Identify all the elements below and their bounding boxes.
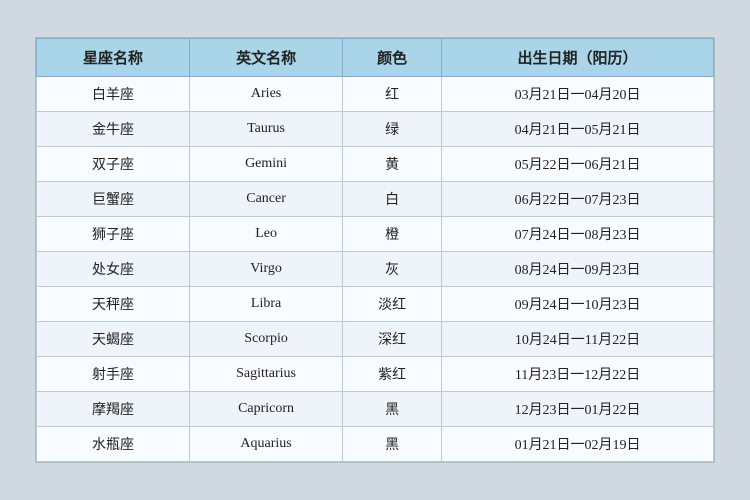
cell-dates: 09月24日一10月23日	[442, 287, 714, 322]
cell-chinese-name: 白羊座	[37, 77, 190, 112]
cell-color: 白	[343, 182, 442, 217]
cell-color: 黑	[343, 427, 442, 462]
col-header-english: 英文名称	[190, 39, 343, 77]
col-header-dates: 出生日期（阳历）	[442, 39, 714, 77]
cell-dates: 04月21日一05月21日	[442, 112, 714, 147]
table-row: 天秤座Libra淡红09月24日一10月23日	[37, 287, 714, 322]
cell-chinese-name: 摩羯座	[37, 392, 190, 427]
table-header-row: 星座名称 英文名称 颜色 出生日期（阳历）	[37, 39, 714, 77]
cell-english-name: Libra	[190, 287, 343, 322]
zodiac-table: 星座名称 英文名称 颜色 出生日期（阳历） 白羊座Aries红03月21日一04…	[36, 38, 714, 462]
cell-dates: 01月21日一02月19日	[442, 427, 714, 462]
table-row: 水瓶座Aquarius黑01月21日一02月19日	[37, 427, 714, 462]
table-row: 处女座Virgo灰08月24日一09月23日	[37, 252, 714, 287]
table-body: 白羊座Aries红03月21日一04月20日金牛座Taurus绿04月21日一0…	[37, 77, 714, 462]
cell-color: 深红	[343, 322, 442, 357]
cell-dates: 12月23日一01月22日	[442, 392, 714, 427]
table-row: 天蝎座Scorpio深红10月24日一11月22日	[37, 322, 714, 357]
cell-english-name: Sagittarius	[190, 357, 343, 392]
cell-dates: 07月24日一08月23日	[442, 217, 714, 252]
cell-dates: 08月24日一09月23日	[442, 252, 714, 287]
col-header-chinese: 星座名称	[37, 39, 190, 77]
cell-chinese-name: 狮子座	[37, 217, 190, 252]
cell-english-name: Cancer	[190, 182, 343, 217]
table-row: 白羊座Aries红03月21日一04月20日	[37, 77, 714, 112]
cell-english-name: Gemini	[190, 147, 343, 182]
cell-chinese-name: 巨蟹座	[37, 182, 190, 217]
cell-dates: 03月21日一04月20日	[442, 77, 714, 112]
table-row: 狮子座Leo橙07月24日一08月23日	[37, 217, 714, 252]
cell-dates: 06月22日一07月23日	[442, 182, 714, 217]
cell-color: 淡红	[343, 287, 442, 322]
zodiac-table-container: 星座名称 英文名称 颜色 出生日期（阳历） 白羊座Aries红03月21日一04…	[35, 37, 715, 463]
cell-chinese-name: 金牛座	[37, 112, 190, 147]
cell-english-name: Leo	[190, 217, 343, 252]
table-row: 双子座Gemini黄05月22日一06月21日	[37, 147, 714, 182]
table-row: 射手座Sagittarius紫红11月23日一12月22日	[37, 357, 714, 392]
cell-english-name: Capricorn	[190, 392, 343, 427]
cell-color: 黑	[343, 392, 442, 427]
cell-color: 橙	[343, 217, 442, 252]
cell-color: 黄	[343, 147, 442, 182]
cell-english-name: Virgo	[190, 252, 343, 287]
cell-chinese-name: 天蝎座	[37, 322, 190, 357]
cell-chinese-name: 射手座	[37, 357, 190, 392]
cell-chinese-name: 双子座	[37, 147, 190, 182]
cell-dates: 11月23日一12月22日	[442, 357, 714, 392]
cell-chinese-name: 水瓶座	[37, 427, 190, 462]
table-row: 金牛座Taurus绿04月21日一05月21日	[37, 112, 714, 147]
cell-chinese-name: 处女座	[37, 252, 190, 287]
cell-english-name: Taurus	[190, 112, 343, 147]
cell-color: 灰	[343, 252, 442, 287]
cell-color: 绿	[343, 112, 442, 147]
cell-color: 紫红	[343, 357, 442, 392]
table-row: 摩羯座Capricorn黑12月23日一01月22日	[37, 392, 714, 427]
cell-english-name: Aries	[190, 77, 343, 112]
cell-dates: 10月24日一11月22日	[442, 322, 714, 357]
cell-color: 红	[343, 77, 442, 112]
table-row: 巨蟹座Cancer白06月22日一07月23日	[37, 182, 714, 217]
col-header-color: 颜色	[343, 39, 442, 77]
cell-english-name: Aquarius	[190, 427, 343, 462]
cell-dates: 05月22日一06月21日	[442, 147, 714, 182]
cell-chinese-name: 天秤座	[37, 287, 190, 322]
cell-english-name: Scorpio	[190, 322, 343, 357]
